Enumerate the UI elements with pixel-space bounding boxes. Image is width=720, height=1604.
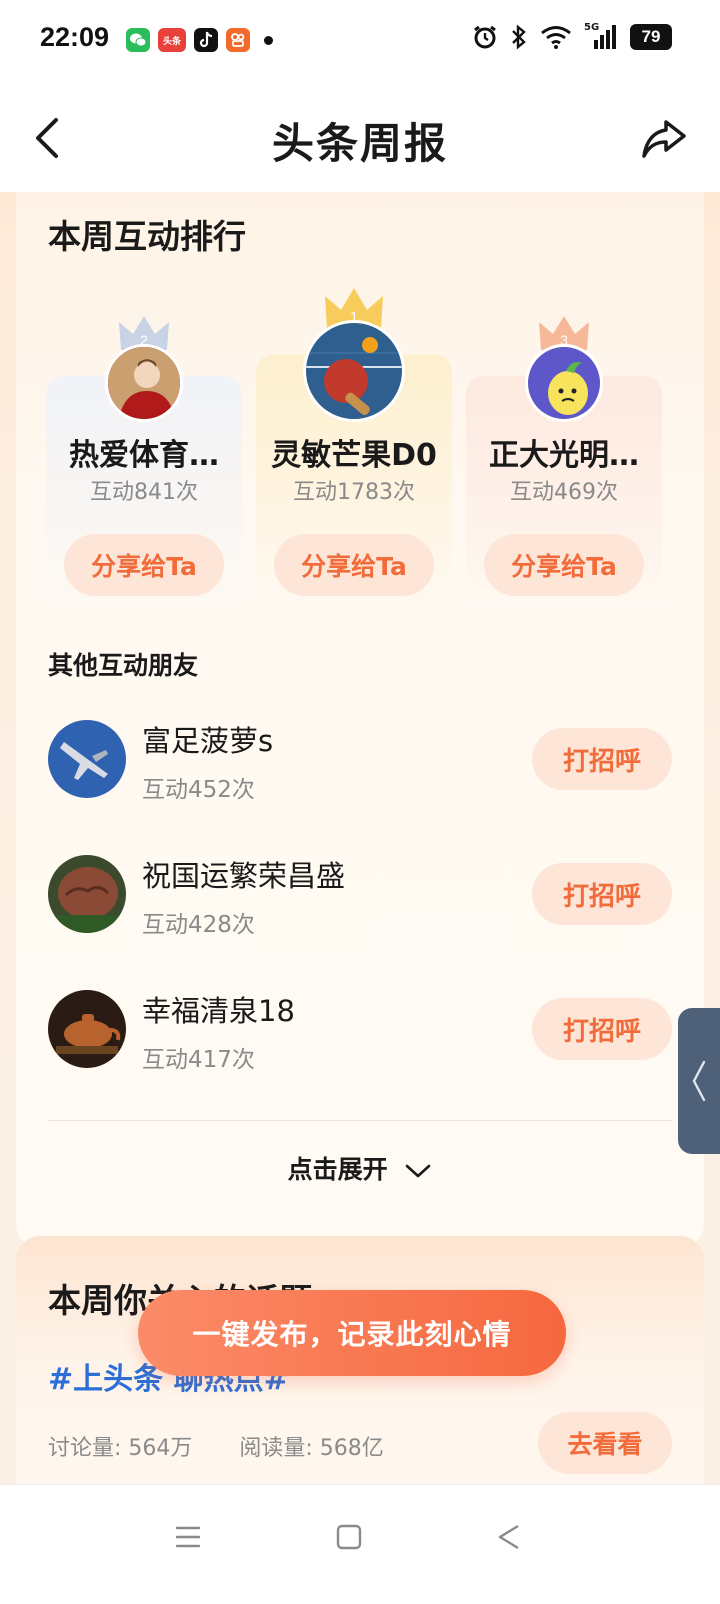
network-type: 5G: [584, 22, 600, 33]
share-to-friend-button[interactable]: 分享给Ta: [274, 534, 434, 596]
cellular-signal-icon: 5G: [584, 22, 618, 50]
podium-name: 热爱体育…: [69, 438, 219, 473]
avatar[interactable]: [48, 720, 126, 798]
friend-name: 祝国运繁荣昌盛: [142, 859, 346, 893]
publish-mood-button[interactable]: 一键发布，记录此刻心情: [138, 1290, 566, 1376]
friend-row[interactable]: 幸福清泉18 互动417次 打招呼: [48, 990, 672, 1090]
ranking-title: 本周互动排行: [48, 217, 246, 256]
status-indicators: 5G 79: [472, 22, 672, 50]
friend-name: 幸福清泉18: [142, 994, 295, 1028]
status-bar: 22:09 头条 5G 79: [0, 0, 720, 84]
toutiao-icon: 头条: [158, 28, 186, 52]
podium-name: 正大光明…: [489, 438, 639, 473]
podium-name: 灵敏芒果D0: [271, 438, 437, 473]
say-hello-button[interactable]: 打招呼: [532, 863, 672, 925]
say-hello-button[interactable]: 打招呼: [532, 998, 672, 1060]
podium-count: 互动841次: [90, 480, 198, 505]
avatar[interactable]: [525, 344, 603, 422]
podium-rank-2: 2 热爱体育… 互动841次 分享给Ta: [46, 282, 242, 612]
friend-count: 互动417次: [142, 1047, 255, 1073]
wechat-icon: [126, 28, 150, 52]
share-to-friend-button[interactable]: 分享给Ta: [64, 534, 224, 596]
battery-indicator: 79: [630, 24, 672, 50]
friend-count: 互动428次: [142, 912, 255, 938]
friend-row[interactable]: 祝国运繁荣昌盛 互动428次 打招呼: [48, 855, 672, 955]
interaction-ranking-card: 本周互动排行 2 热爱体育… 互动841次 分享给Ta 1 灵敏芒果D0 互动1…: [16, 192, 704, 1248]
side-drawer-tab[interactable]: [678, 1008, 720, 1154]
say-hello-button[interactable]: 打招呼: [532, 728, 672, 790]
nav-bar: 头条周报: [0, 84, 720, 192]
topic-stats: 讨论量: 564万 阅读量: 568亿: [48, 1430, 424, 1462]
chevron-down-icon: [406, 1164, 431, 1178]
expand-button[interactable]: 点击展开: [16, 1150, 704, 1186]
discussion-count: 讨论量: 564万: [48, 1436, 193, 1461]
avatar[interactable]: [105, 344, 183, 422]
wifi-icon: [541, 26, 571, 49]
friend-name: 富足菠萝s: [142, 724, 274, 758]
menu-icon[interactable]: [174, 1523, 202, 1551]
douyin-icon: [194, 28, 218, 52]
back-nav-icon[interactable]: [496, 1523, 522, 1551]
avatar[interactable]: [48, 855, 126, 933]
kuaishou-icon: [226, 28, 250, 52]
more-notifications-dot: [264, 35, 273, 45]
bluetooth-icon: [512, 24, 526, 50]
status-time: 22:09: [40, 22, 110, 52]
read-count: 阅读量: 568亿: [239, 1436, 384, 1461]
system-nav-bar: [0, 1484, 720, 1604]
chevron-left-icon: [692, 1060, 706, 1102]
other-friends-title: 其他互动朋友: [48, 651, 199, 680]
podium-count: 互动469次: [510, 480, 618, 505]
expand-label: 点击展开: [287, 1155, 388, 1184]
podium-count: 互动1783次: [293, 480, 415, 505]
friend-count: 互动452次: [142, 777, 255, 803]
podium-rank-1: 1 灵敏芒果D0 互动1783次 分享给Ta: [256, 282, 452, 612]
share-icon: [642, 120, 686, 158]
share-to-friend-button[interactable]: 分享给Ta: [484, 534, 644, 596]
topics-card: 本周你关心的话题 #上头条 聊热点# 讨论量: 564万 阅读量: 568亿 去…: [16, 1236, 704, 1516]
go-see-button[interactable]: 去看看: [538, 1412, 672, 1474]
home-icon[interactable]: [336, 1523, 362, 1551]
share-button[interactable]: [640, 114, 688, 162]
podium-rank-3: 3 正大光明… 互动469次 分享给Ta: [466, 282, 662, 612]
page-title: 头条周报: [271, 119, 448, 168]
avatar[interactable]: [48, 990, 126, 1068]
alarm-icon: [474, 25, 496, 49]
notification-icons: 头条: [126, 28, 273, 52]
divider: [48, 1120, 672, 1121]
avatar[interactable]: [303, 320, 405, 422]
friend-row[interactable]: 富足菠萝s 互动452次 打招呼: [48, 720, 672, 820]
